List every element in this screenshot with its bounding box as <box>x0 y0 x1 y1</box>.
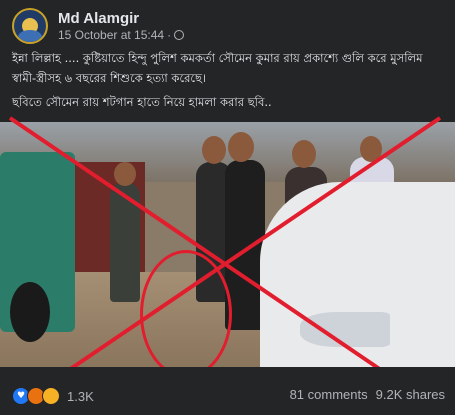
avatar[interactable] <box>12 8 48 44</box>
sad-icon <box>42 387 60 405</box>
engagement-stats: 81 comments 9.2K shares <box>290 387 445 402</box>
post-subtitle: 15 October at 15:44 · <box>58 27 185 43</box>
globe-icon <box>174 30 185 40</box>
photo-person-head <box>202 136 226 164</box>
photo-car-headlight <box>300 312 390 347</box>
comments-count[interactable]: 81 comments <box>290 387 368 402</box>
facebook-post: Md Alamgir 15 October at 15:44 · ইন্না ল… <box>0 0 455 415</box>
caption-line-1: ইন্না লিল্লাহ .... কুষ্টিয়াতে হিন্দু পু… <box>12 51 423 85</box>
photo-wheel <box>10 282 50 342</box>
post-timestamp[interactable]: 15 October at 15:44 <box>58 28 164 43</box>
post-meta: Md Alamgir 15 October at 15:44 · <box>58 10 185 43</box>
post-header: Md Alamgir 15 October at 15:44 · <box>12 8 185 44</box>
post-footer: ♥ 1.3K 81 comments 9.2K shares <box>0 367 455 415</box>
photo-person-head <box>114 162 136 186</box>
photo-person-head <box>360 136 382 162</box>
reaction-count[interactable]: 1.3K <box>67 389 94 404</box>
photo-person-head <box>292 140 316 168</box>
caption-line-2: ছবিতে সৌমেন রায় শটগান হাতে নিয়ে হামলা … <box>12 95 272 109</box>
reactions-summary[interactable]: ♥ 1.3K <box>12 387 94 405</box>
author-name[interactable]: Md Alamgir <box>58 10 184 28</box>
photo-person-head <box>228 132 254 162</box>
photo-person <box>110 182 140 302</box>
post-caption: ইন্না লিল্লাহ .... কুষ্টিয়াতে হিন্দু পু… <box>12 48 444 116</box>
post-photo[interactable] <box>0 122 455 367</box>
separator: · <box>167 27 172 42</box>
shares-count[interactable]: 9.2K shares <box>376 387 445 402</box>
red-circle-annotation <box>140 250 232 367</box>
